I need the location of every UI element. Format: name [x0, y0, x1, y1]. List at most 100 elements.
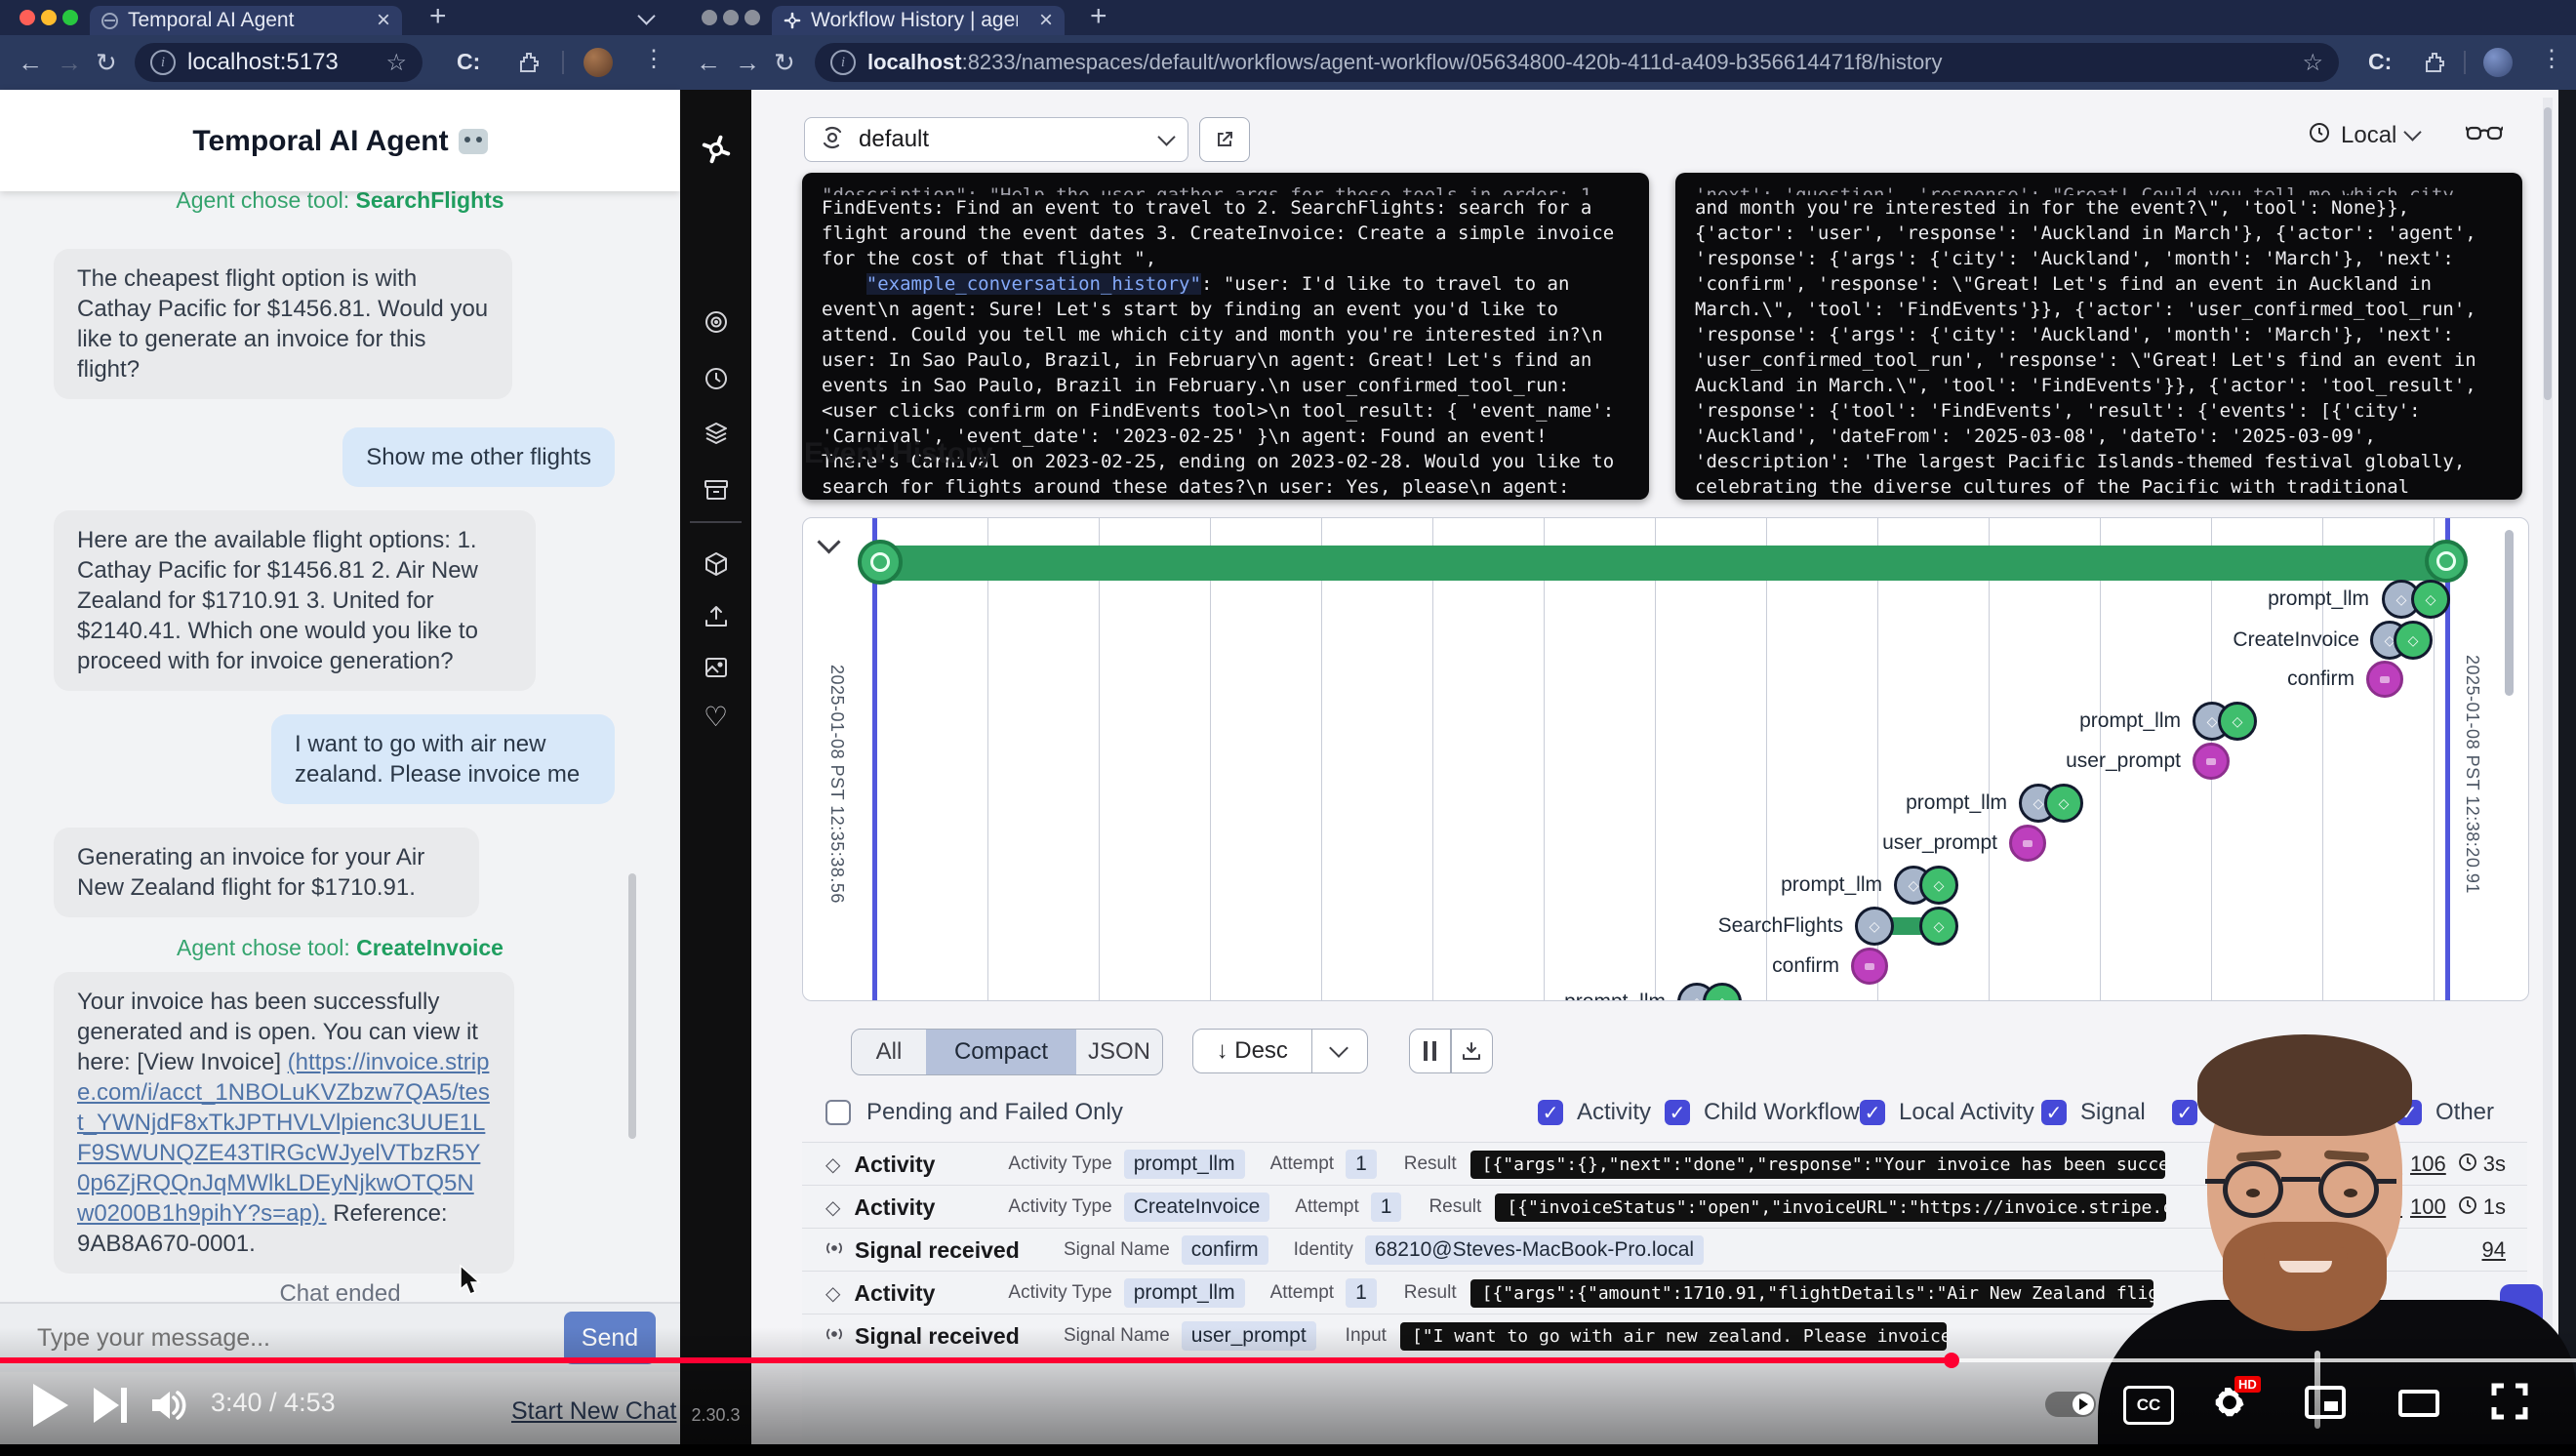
- view-mode-segmented-control: All Compact JSON: [851, 1029, 1163, 1075]
- pending-checkbox[interactable]: [825, 1100, 851, 1125]
- back-button[interactable]: ←: [696, 50, 721, 75]
- play-button[interactable]: [33, 1384, 68, 1427]
- signal-checkbox[interactable]: ✓: [2041, 1100, 2067, 1125]
- address-bar[interactable]: i localhost:8233/namespaces/default/work…: [815, 43, 2339, 82]
- timeline-activity-marker[interactable]: [2370, 621, 2435, 660]
- miniplayer-button[interactable]: [2305, 1386, 2346, 1424]
- tab-search-chevron-icon[interactable]: [637, 7, 655, 24]
- collapse-timeline-chevron-icon[interactable]: [817, 530, 840, 553]
- bookmark-star-icon[interactable]: ☆: [385, 49, 407, 77]
- import-upload-icon[interactable]: [703, 603, 730, 635]
- timeline-signal-marker[interactable]: [1851, 948, 1888, 985]
- timeline-activity-marker[interactable]: [2019, 784, 2083, 823]
- sort-chevron-icon[interactable]: [1329, 1038, 1348, 1058]
- pending-failed-filter[interactable]: Pending and Failed Only: [825, 1099, 1123, 1126]
- theater-mode-button[interactable]: [2398, 1390, 2439, 1422]
- workflow-result-code-panel[interactable]: 'next': 'question', 'response': "Great! …: [1675, 173, 2522, 500]
- local-activity-checkbox[interactable]: ✓: [1860, 1100, 1885, 1125]
- profile-avatar[interactable]: [584, 48, 613, 77]
- timeline-activity-marker[interactable]: [2193, 702, 2257, 741]
- labs-glasses-icon[interactable]: [2466, 123, 2503, 149]
- agent-message-generating: Generating an invoice for your Air New Z…: [54, 828, 479, 917]
- minimize-window-button[interactable]: [723, 10, 739, 25]
- workflow-start-marker[interactable]: [858, 540, 903, 585]
- tab-close-icon[interactable]: ×: [377, 7, 390, 34]
- sidebar-divider: [690, 521, 742, 523]
- extension-icon[interactable]: C:: [2368, 49, 2392, 75]
- open-namespace-button[interactable]: [1199, 117, 1250, 162]
- close-window-button[interactable]: [20, 10, 35, 25]
- time-display: 3:40 / 4:53: [211, 1388, 336, 1418]
- reload-button[interactable]: ↻: [96, 50, 117, 75]
- workflows-eye-icon[interactable]: [703, 308, 730, 341]
- close-window-button[interactable]: [702, 10, 717, 25]
- profile-avatar[interactable]: [2483, 48, 2513, 77]
- timeline-signal-marker[interactable]: [2009, 825, 2046, 862]
- chat-scrollbar[interactable]: [628, 873, 636, 1139]
- extensions-puzzle-icon[interactable]: [517, 51, 541, 74]
- address-bar[interactable]: i localhost:5173 ☆: [135, 43, 423, 82]
- view-tab-compact[interactable]: Compact: [926, 1030, 1076, 1074]
- heart-icon[interactable]: ♡: [704, 701, 728, 733]
- toolbar-divider: [562, 51, 564, 74]
- view-tab-all[interactable]: All: [852, 1030, 926, 1074]
- extension-icon[interactable]: C:: [457, 49, 480, 75]
- timeline-activity-marker[interactable]: [1855, 907, 1958, 946]
- extensions-puzzle-icon[interactable]: [2423, 51, 2446, 74]
- pause-button[interactable]: [1410, 1041, 1450, 1061]
- schedules-clock-icon[interactable]: [703, 365, 730, 397]
- forward-button[interactable]: →: [735, 50, 760, 75]
- timeline-card: prompt_llm CreateInvoice confirm prompt_…: [802, 517, 2529, 1001]
- sort-desc-button[interactable]: ↓ Desc: [1192, 1029, 1368, 1073]
- timeline-signal-marker[interactable]: [2193, 743, 2230, 780]
- bookmark-star-icon[interactable]: ☆: [2302, 49, 2323, 77]
- pause-download-group: [1409, 1029, 1493, 1073]
- captions-button[interactable]: CC: [2123, 1386, 2174, 1425]
- timeline-signal-marker[interactable]: [2366, 661, 2403, 698]
- next-button[interactable]: [94, 1388, 133, 1423]
- zoom-window-button[interactable]: [62, 10, 78, 25]
- batch-layers-icon[interactable]: [703, 420, 730, 452]
- forward-button[interactable]: →: [57, 50, 82, 75]
- activity-checkbox[interactable]: ✓: [1538, 1100, 1563, 1125]
- type-filter-activity[interactable]: ✓Activity: [1538, 1099, 1651, 1126]
- reload-button[interactable]: ↻: [774, 50, 795, 75]
- settings-gear-icon[interactable]: HD: [2211, 1384, 2248, 1426]
- new-tab-button[interactable]: +: [1090, 2, 1107, 31]
- timeline-activity-marker[interactable]: [2382, 580, 2452, 619]
- back-button[interactable]: ←: [18, 50, 43, 75]
- download-button[interactable]: [1452, 1040, 1492, 1062]
- minimize-window-button[interactable]: [41, 10, 57, 25]
- browser-menu-icon[interactable]: ⋮: [2540, 48, 2563, 71]
- site-info-icon[interactable]: i: [830, 50, 856, 75]
- timeline-activity-marker[interactable]: [1677, 983, 1742, 1001]
- new-tab-button[interactable]: +: [429, 2, 447, 31]
- archive-box-icon[interactable]: [703, 476, 730, 508]
- temporal-logo-icon[interactable]: [700, 133, 733, 171]
- tab-close-icon[interactable]: ×: [1039, 7, 1053, 34]
- browser-menu-icon[interactable]: ⋮: [642, 48, 665, 71]
- volume-icon[interactable]: [148, 1386, 189, 1430]
- timezone-select[interactable]: Local: [2308, 121, 2419, 149]
- progress-scrubber[interactable]: [1944, 1353, 1959, 1368]
- feedback-image-icon[interactable]: [703, 654, 730, 686]
- code-body: and month you're interested in for the e…: [1695, 195, 2503, 500]
- timeline-scrollbar[interactable]: [2505, 530, 2514, 696]
- type-filter-child-workflow[interactable]: ✓Child Workflow: [1665, 1099, 1860, 1126]
- autoplay-toggle[interactable]: [2045, 1392, 2096, 1417]
- child-workflow-checkbox[interactable]: ✓: [1665, 1100, 1690, 1125]
- view-tab-json[interactable]: JSON: [1076, 1030, 1162, 1074]
- zoom-window-button[interactable]: [745, 10, 760, 25]
- type-filter-local-activity[interactable]: ✓Local Activity: [1860, 1099, 2034, 1126]
- timeline-activity-marker[interactable]: [1894, 866, 1958, 905]
- workflow-end-marker[interactable]: [2425, 540, 2468, 583]
- browser-tab-workflow-history[interactable]: Workflow History | agent-wor ×: [772, 6, 1065, 35]
- person-beard: [2223, 1222, 2387, 1331]
- labs-cube-icon[interactable]: [703, 550, 730, 583]
- site-info-icon[interactable]: i: [150, 50, 176, 75]
- video-progress-bar[interactable]: [0, 1356, 2576, 1364]
- workflow-execution-bar[interactable]: [879, 546, 2446, 581]
- fullscreen-button[interactable]: [2490, 1382, 2529, 1426]
- person-hair: [2197, 1034, 2412, 1136]
- browser-tab-temporal-ai-agent[interactable]: Temporal AI Agent ×: [90, 6, 402, 35]
